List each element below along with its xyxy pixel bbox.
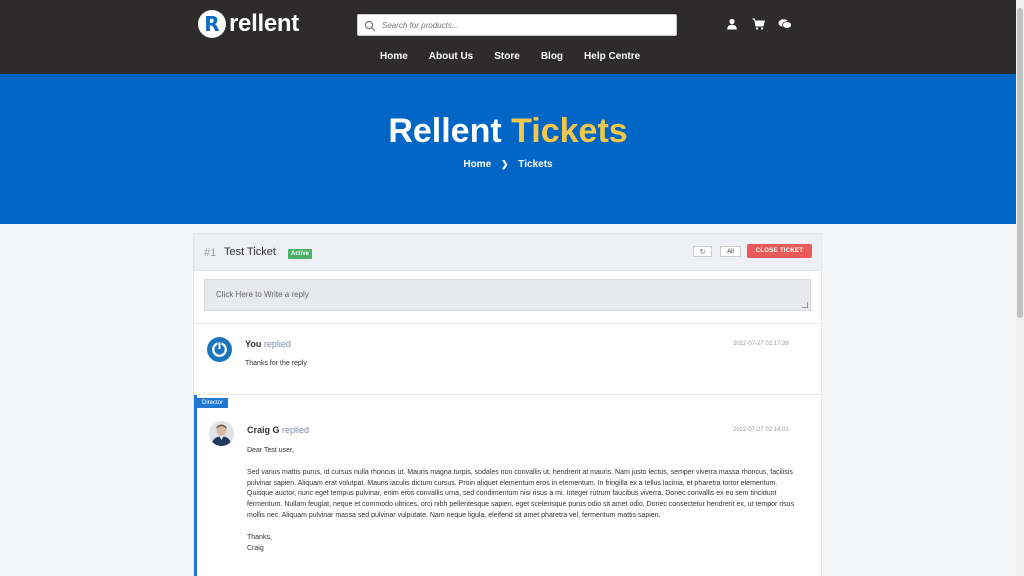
reply-prompt: Click Here to Write a reply — [216, 290, 309, 299]
cart-icon[interactable] — [752, 17, 765, 30]
page-scrollbar[interactable] — [1016, 0, 1024, 576]
ticket-header: #1 Test Ticket Active ↻ All CLOSE TICKET — [194, 234, 821, 271]
reply-action: replied — [282, 425, 310, 435]
logo-text: rellent — [229, 10, 299, 37]
page-title-main: Rellent — [388, 112, 502, 150]
header-icons — [726, 17, 792, 30]
logo[interactable]: R rellent — [198, 10, 299, 38]
chat-icon[interactable] — [778, 17, 792, 29]
avatar — [207, 337, 232, 362]
refresh-icon: ↻ — [699, 248, 706, 256]
hero-wave — [0, 190, 1016, 219]
reply-item: Director Craig G replied 2022-07-27 02:1… — [194, 395, 821, 576]
divider — [194, 323, 821, 324]
filter-all-button[interactable]: All — [720, 246, 741, 257]
page-title: Rellent Tickets — [0, 112, 1016, 151]
reply-signature: Craig — [247, 544, 264, 552]
status-badge: Active — [288, 249, 313, 259]
refresh-button[interactable]: ↻ — [693, 246, 712, 257]
search-icon[interactable] — [364, 19, 376, 32]
chevron-right-icon: ❯ — [500, 159, 509, 169]
search-input[interactable] — [382, 20, 662, 30]
ticket-name: Test Ticket — [224, 246, 276, 258]
nav-about-us[interactable]: About Us — [429, 51, 473, 62]
nav-home[interactable]: Home — [380, 51, 408, 62]
resize-handle[interactable] — [802, 302, 808, 308]
reply-author-name: Craig G — [247, 425, 280, 435]
user-icon[interactable] — [726, 17, 738, 30]
page-title-accent: Tickets — [511, 112, 628, 150]
reply-author-name: You — [245, 339, 262, 349]
scrollbar-thumb[interactable] — [1017, 8, 1023, 318]
breadcrumb-tickets: Tickets — [518, 159, 553, 170]
avatar — [209, 421, 234, 446]
nav-help-centre[interactable]: Help Centre — [584, 51, 640, 62]
reply-text: Thanks for the reply — [245, 360, 307, 367]
reply-action: replied — [263, 339, 291, 349]
reply-textarea[interactable]: Click Here to Write a reply — [204, 279, 811, 311]
reply-timestamp: 2022-07-27 02:14:01 — [733, 427, 789, 433]
reply-body: Dear Test user, Sed varius mattis purus,… — [247, 446, 799, 554]
reply-signoff: Thanks, — [247, 533, 272, 541]
reply-paragraph: Sed varius mattis purus, id cursus nulla… — [247, 468, 795, 519]
search-bar — [357, 14, 677, 36]
main-nav: Home About Us Store Blog Help Centre — [380, 51, 640, 62]
reply-author: Craig G replied — [247, 425, 309, 435]
logo-mark: R — [198, 10, 226, 38]
ticket-panel: #1 Test Ticket Active ↻ All CLOSE TICKET… — [193, 233, 822, 576]
nav-blog[interactable]: Blog — [541, 51, 563, 62]
role-badge: Director — [197, 398, 229, 408]
reply-timestamp: 2022-07-27 02:17:39 — [733, 341, 789, 347]
site-header: R rellent Home About Us Store Blog Help … — [0, 0, 1016, 74]
breadcrumb: Home ❯ Tickets — [0, 159, 1016, 170]
reply-greeting: Dear Test user, — [247, 447, 294, 454]
reply-author: You replied — [245, 339, 291, 349]
breadcrumb-home[interactable]: Home — [463, 159, 491, 170]
nav-store[interactable]: Store — [494, 51, 520, 62]
close-ticket-button[interactable]: CLOSE TICKET — [747, 244, 812, 258]
ticket-number: #1 — [204, 247, 217, 259]
